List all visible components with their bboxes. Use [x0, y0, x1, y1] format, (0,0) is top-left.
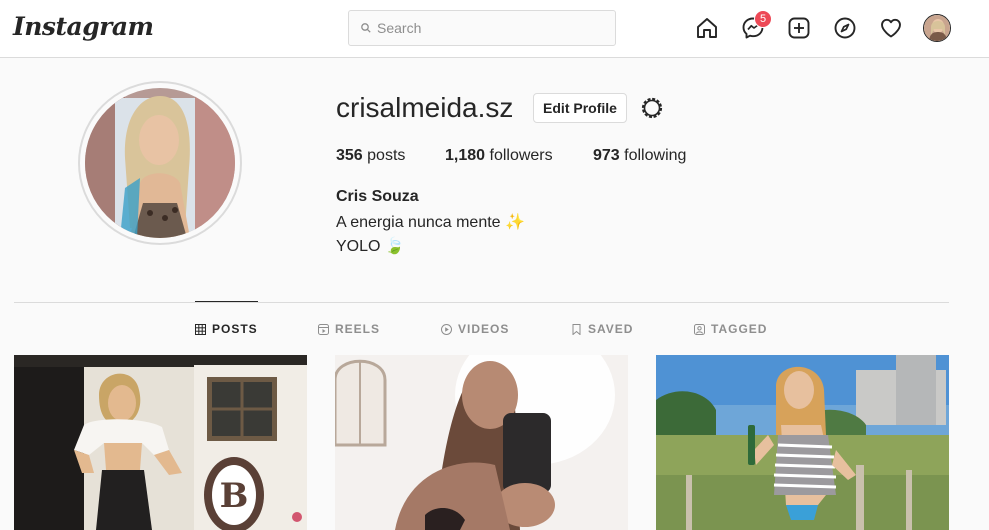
messages-badge: 5: [754, 10, 772, 28]
profile-picture-ring[interactable]: [78, 81, 242, 245]
tab-reels[interactable]: REELS: [318, 322, 380, 336]
profile-username: crisalmeida.sz: [336, 92, 514, 123]
tabs-divider: [14, 302, 949, 303]
home-icon[interactable]: [694, 15, 720, 41]
tab-tagged[interactable]: TAGGED: [694, 322, 767, 336]
post-thumbnail[interactable]: [335, 355, 628, 530]
explore-icon[interactable]: [832, 15, 858, 41]
edit-profile-button[interactable]: Edit Profile: [533, 93, 627, 123]
following-count[interactable]: 973 following: [593, 147, 686, 165]
posts-count: 356 posts: [336, 147, 406, 164]
instagram-logo[interactable]: Instagram: [13, 12, 154, 41]
tagged-user-icon: [694, 323, 705, 335]
grid-icon: [195, 323, 206, 335]
new-post-icon[interactable]: [786, 15, 812, 41]
profile-picture: [85, 88, 235, 238]
profile-avatar-small[interactable]: [923, 14, 951, 42]
search-box[interactable]: [348, 10, 616, 46]
settings-gear-icon[interactable]: [640, 96, 664, 120]
top-navigation: Instagram 5: [0, 0, 989, 58]
followers-count[interactable]: 1,180 followers: [445, 147, 553, 165]
svg-text:B: B: [220, 476, 249, 516]
tab-saved[interactable]: SAVED: [571, 322, 633, 336]
bio-line-1: A energia nunca mente ✨: [336, 214, 525, 231]
reels-icon: [318, 323, 329, 335]
bookmark-icon: [572, 323, 581, 335]
tab-posts[interactable]: POSTS: [195, 322, 258, 336]
profile-full-name: Cris Souza: [336, 188, 419, 205]
tab-videos[interactable]: VIDEOS: [441, 322, 509, 336]
post-thumbnail[interactable]: [656, 355, 949, 530]
search-input[interactable]: [377, 20, 607, 36]
activity-heart-icon[interactable]: [878, 15, 904, 41]
video-play-icon: [441, 323, 452, 335]
post-thumbnail[interactable]: B: [14, 355, 307, 530]
bio-line-2: YOLO 🍃: [336, 238, 405, 255]
search-icon: [361, 23, 371, 33]
active-tab-indicator: [195, 301, 258, 302]
